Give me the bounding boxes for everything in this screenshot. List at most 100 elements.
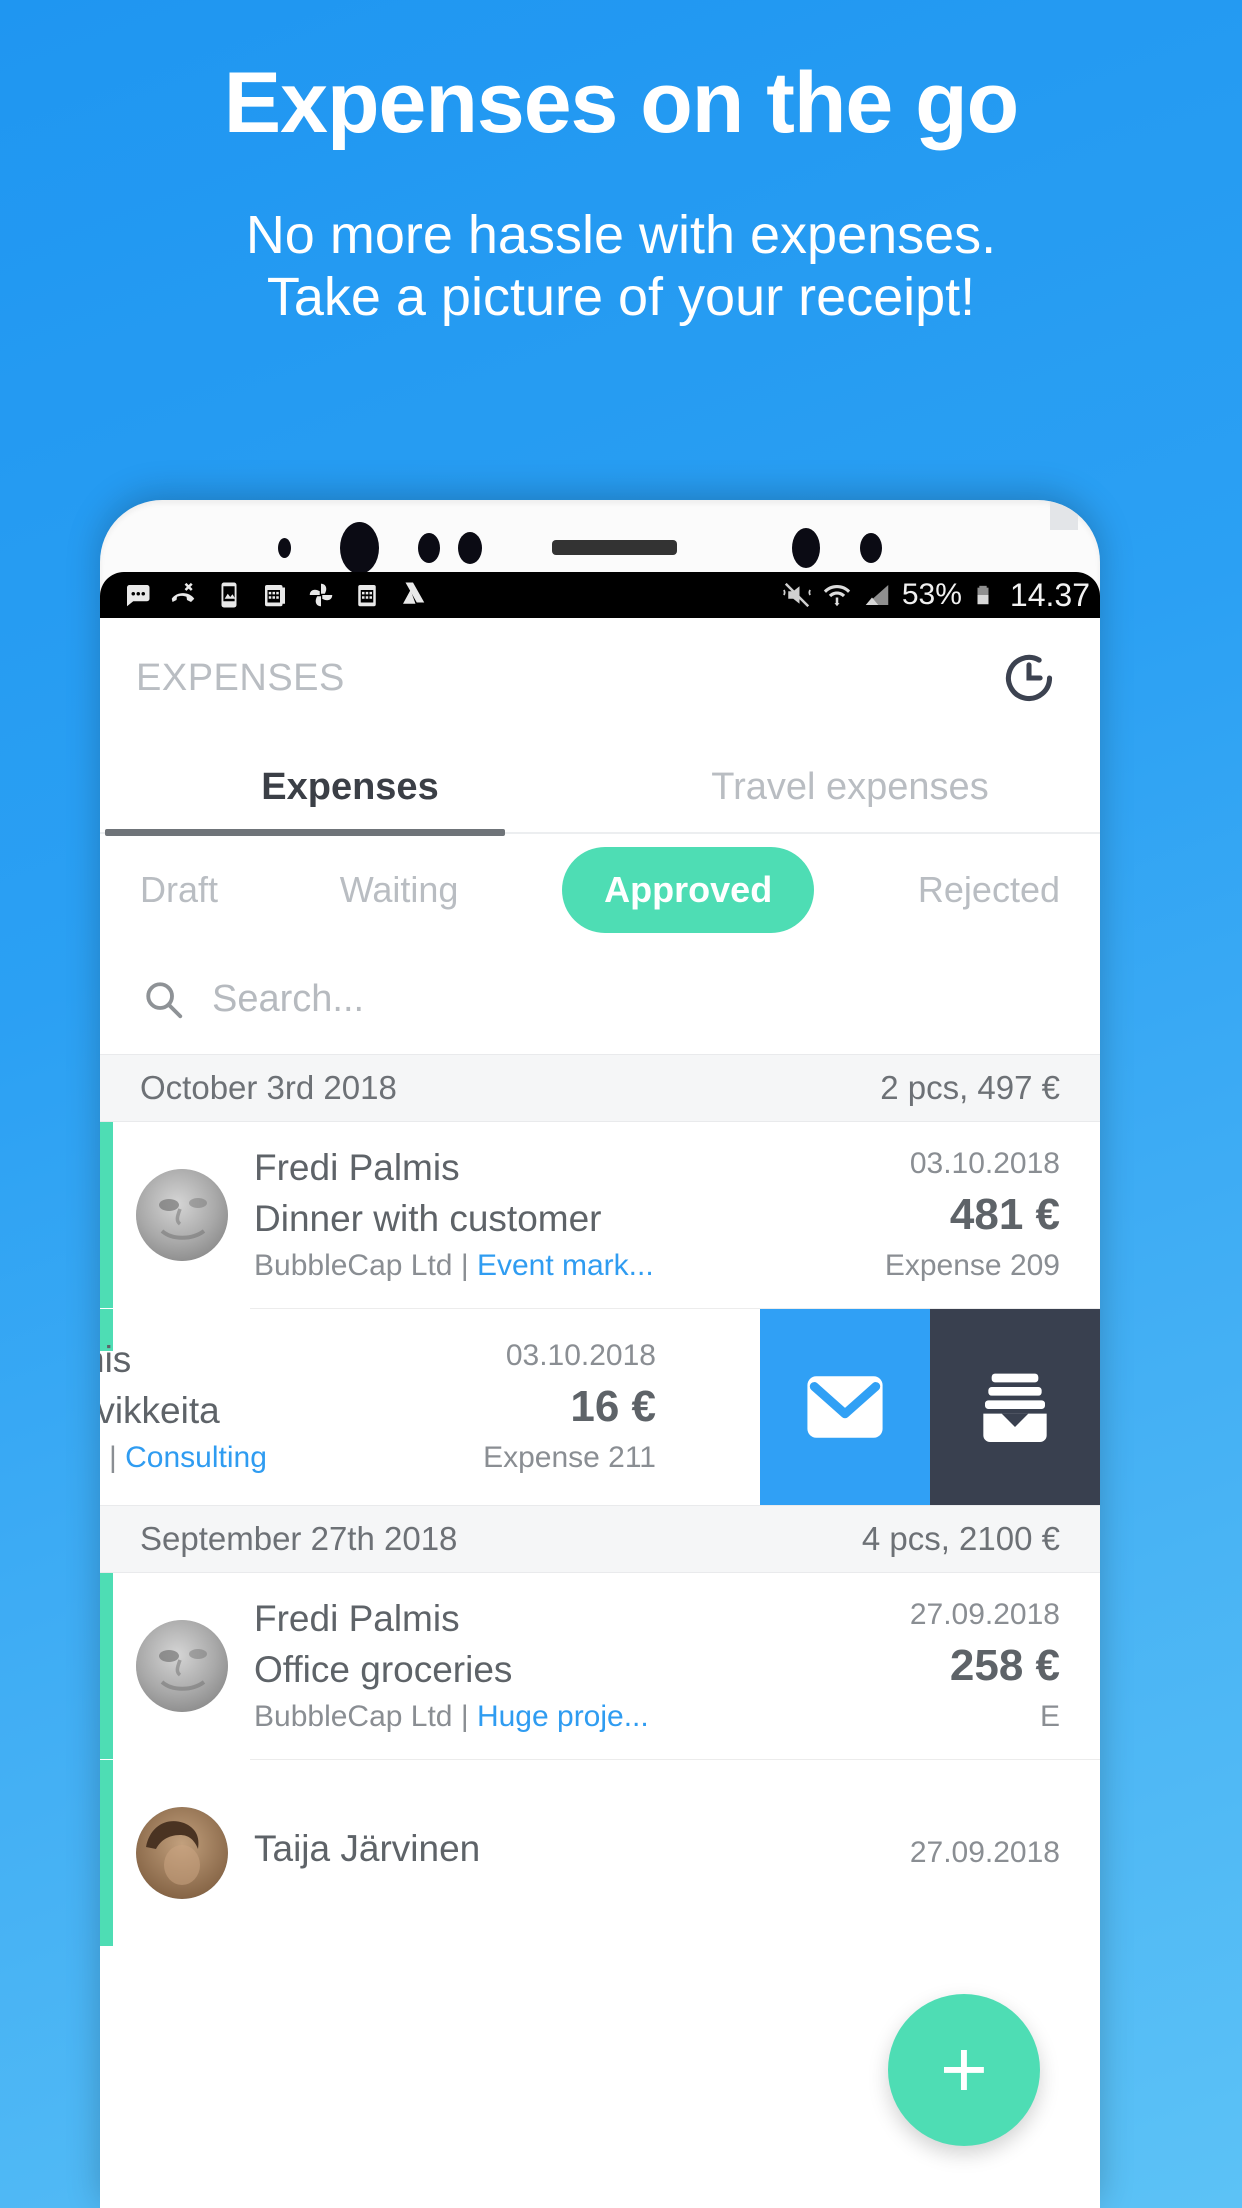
section-summary-label: 4 pcs, 2100 € [861, 1520, 1060, 1557]
bezel-corner-notch [1050, 500, 1078, 530]
row-values: 03.10.2018 481 € Expense 209 [885, 1147, 1100, 1283]
app-bar: EXPENSES [100, 618, 1100, 738]
archive-action-button[interactable] [930, 1309, 1100, 1505]
table-row[interactable]: Taija Järvinen 27.09.2018 [100, 1760, 1100, 1946]
section-summary-label: 2 pcs, 497 € [880, 1069, 1060, 1106]
tab-travel-expenses[interactable]: Travel expenses [600, 738, 1100, 836]
row-main-info: nis rvikkeita .. | Consulting [100, 1339, 483, 1475]
avatar-photo [136, 1807, 228, 1899]
row-values: 27.09.2018 258 € E [910, 1598, 1100, 1734]
row-date: 03.10.2018 [909, 1147, 1060, 1180]
add-expense-button[interactable]: + [888, 1994, 1040, 2146]
section-date-label: October 3rd 2018 [140, 1069, 397, 1106]
tab-bar: Expenses Travel expenses [100, 738, 1100, 836]
row-amount: 258 € [949, 1641, 1060, 1690]
android-status-bar: 53% 14.37 [100, 572, 1100, 618]
table-row-swiped[interactable]: nis rvikkeita .. | Consulting 03.10.2018… [100, 1309, 1100, 1505]
envelope-icon [807, 1376, 883, 1438]
row-person-name: nis [100, 1339, 132, 1380]
row-description: rvikkeita [100, 1390, 220, 1431]
row-company: BubbleCap Ltd | [254, 1249, 477, 1282]
app-screen: EXPENSES Expenses Travel expenses Draft … [100, 618, 1100, 2208]
filter-chip-row: Draft Waiting Approved Rejected [100, 836, 1100, 944]
wifi-icon [823, 585, 850, 607]
front-camera-icon [340, 522, 379, 574]
sensor-dot-right-icon [860, 533, 882, 563]
status-accent-bar [100, 1573, 113, 1759]
row-company: BubbleCap Ltd | [254, 1700, 477, 1733]
row-date: 03.10.2018 [505, 1339, 656, 1372]
tab-expenses[interactable]: Expenses [100, 738, 600, 836]
row-main-info: Fredi Palmis Office groceries BubbleCap … [254, 1598, 910, 1734]
row-person-name: Fredi Palmis [254, 1598, 460, 1639]
light-sensor-icon [458, 532, 482, 564]
phone-mockup: 53% 14.37 EXPENSES Expenses Travel expen… [100, 500, 1100, 2208]
photo-icon [221, 582, 237, 608]
proximity-sensor-icon [418, 533, 440, 563]
row-date: 27.09.2018 [909, 1836, 1060, 1869]
battery-icon [977, 585, 989, 605]
history-clock-icon[interactable] [1000, 649, 1058, 707]
phone-top-bezel [100, 500, 1100, 574]
row-amount: 481 € [949, 1190, 1060, 1239]
search-icon [140, 976, 186, 1022]
row-meta: BubbleCap Ltd | Event mark... [254, 1249, 885, 1283]
avatar [136, 1807, 228, 1899]
mail-action-button[interactable] [760, 1309, 930, 1505]
promo-subtitle: No more hassle with expenses. Take a pic… [0, 146, 1242, 328]
row-meta: BubbleCap Ltd | Huge proje... [254, 1700, 910, 1734]
avatar [136, 1169, 228, 1261]
avatar [136, 1620, 228, 1712]
plus-icon: + [940, 2024, 988, 2116]
sensor-dot-icon [278, 538, 291, 558]
status-bar-system-icons: 53% 14.37 [782, 577, 1090, 614]
row-date: 27.09.2018 [909, 1598, 1060, 1631]
status-bar-notification-icons [122, 580, 782, 610]
row-project-link[interactable]: Event mark... [477, 1249, 654, 1282]
filter-chip-waiting[interactable]: Waiting [322, 869, 477, 911]
led-indicator-icon [792, 528, 820, 568]
vibrate-mute-icon [782, 582, 811, 608]
row-person-name: Fredi Palmis [254, 1147, 460, 1188]
promo-title: Expenses on the go [223, 55, 1019, 151]
section-date-label: September 27th 2018 [140, 1520, 458, 1557]
swipe-action-buttons [760, 1309, 1100, 1505]
calendar-alt-icon [358, 585, 376, 607]
battery-percent-label: 53% [901, 578, 962, 611]
messages-icon [127, 585, 150, 607]
section-date-header: September 27th 2018 4 pcs, 2100 € [100, 1505, 1100, 1573]
earpiece-speaker-icon [552, 540, 677, 555]
avatar-photo [136, 1620, 228, 1712]
photos-pinwheel-icon [309, 583, 333, 607]
row-expense-number: Expense 211 [483, 1441, 656, 1474]
swiped-row-content: nis rvikkeita .. | Consulting 03.10.2018… [100, 1309, 670, 1505]
row-description: Office groceries [254, 1649, 513, 1690]
row-values: 03.10.2018 16 € Expense 211 [483, 1339, 670, 1475]
page-title: EXPENSES [136, 656, 345, 699]
row-project-link[interactable]: Huge proje... [477, 1700, 649, 1733]
promo-subtitle-line-2: Take a picture of your receipt! [266, 267, 976, 328]
status-accent-bar [100, 1760, 113, 1946]
row-meta: .. | Consulting [100, 1441, 483, 1475]
table-row[interactable]: Fredi Palmis Dinner with customer Bubble… [100, 1122, 1100, 1308]
row-amount: 16 € [570, 1382, 656, 1431]
filter-chip-rejected[interactable]: Rejected [900, 869, 1078, 911]
row-values: 27.09.2018 [910, 1836, 1100, 1870]
search-bar[interactable]: Search... [100, 944, 1100, 1054]
row-company: .. | [100, 1441, 117, 1474]
drive-icon [403, 582, 425, 604]
status-accent-bar [100, 1122, 113, 1308]
filter-chip-draft[interactable]: Draft [122, 869, 236, 911]
row-expense-number: E [1039, 1700, 1060, 1733]
filter-chip-approved[interactable]: Approved [562, 847, 815, 933]
calendar-icon [265, 585, 285, 607]
avatar-photo [136, 1169, 228, 1261]
row-project-link[interactable]: Consulting [125, 1441, 267, 1474]
section-date-header: October 3rd 2018 2 pcs, 497 € [100, 1054, 1100, 1122]
cellular-signal-icon [865, 585, 889, 605]
promo-subtitle-line-1: No more hassle with expenses. [245, 205, 997, 265]
status-bar-clock: 14.37 [1009, 576, 1090, 613]
table-row[interactable]: Fredi Palmis Office groceries BubbleCap … [100, 1573, 1100, 1759]
search-input[interactable]: Search... [212, 978, 364, 1021]
missed-call-icon [171, 582, 195, 602]
